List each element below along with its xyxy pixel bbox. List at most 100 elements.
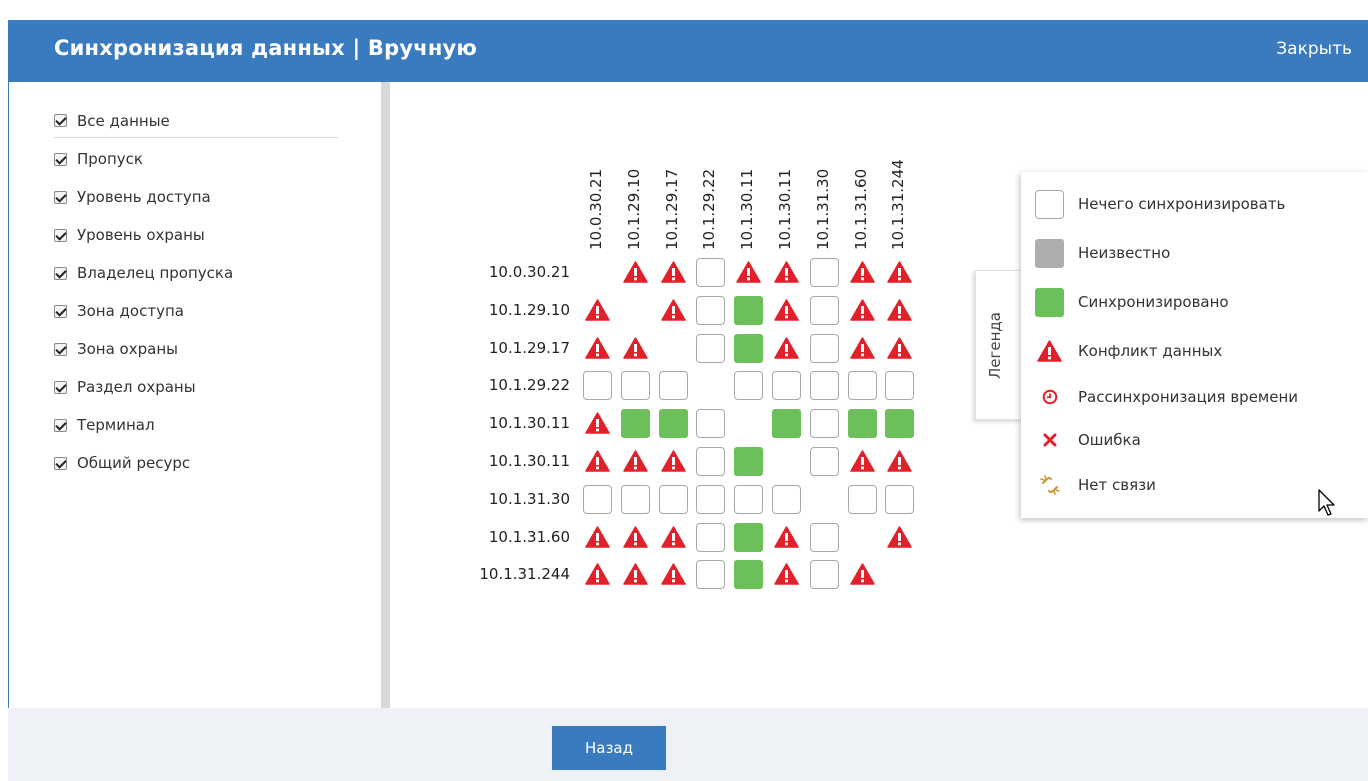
- matrix-cell-synced[interactable]: [734, 447, 764, 476]
- checkbox-icon[interactable]: [54, 342, 67, 356]
- matrix-cell-nothing[interactable]: [620, 484, 650, 514]
- matrix-cell-nothing[interactable]: [847, 371, 877, 401]
- matrix-cell-conflict[interactable]: [772, 560, 801, 589]
- matrix-cell-nothing[interactable]: [772, 371, 801, 401]
- filter-pass-owner[interactable]: Владелец пропуска: [54, 254, 338, 292]
- matrix-cell-nothing[interactable]: [734, 371, 764, 401]
- checkbox-icon[interactable]: [54, 190, 67, 204]
- filter-all-data[interactable]: Все данные: [54, 104, 338, 138]
- matrix-row-header: 10.1.31.60: [488, 527, 570, 546]
- matrix-cell-conflict[interactable]: [885, 258, 914, 287]
- matrix-cell-conflict[interactable]: [885, 334, 914, 363]
- matrix-cell-conflict[interactable]: [583, 296, 612, 325]
- filter-security-section[interactable]: Раздел охраны: [54, 368, 338, 406]
- matrix-cell-conflict[interactable]: [659, 523, 688, 552]
- matrix-cell-nothing[interactable]: [658, 371, 688, 401]
- matrix-cell-synced[interactable]: [885, 409, 915, 439]
- checkbox-icon[interactable]: [54, 418, 67, 432]
- matrix-cell-nothing[interactable]: [734, 484, 764, 514]
- filter-label: Терминал: [77, 416, 155, 434]
- matrix-cell-conflict[interactable]: [583, 447, 612, 476]
- legend-tab[interactable]: Легенда: [975, 270, 1023, 420]
- checkbox-icon[interactable]: [54, 304, 67, 318]
- matrix-cell-nothing[interactable]: [696, 560, 726, 590]
- matrix-cell-conflict[interactable]: [772, 258, 801, 287]
- matrix-cell-nothing[interactable]: [696, 295, 726, 325]
- matrix-cell-synced[interactable]: [734, 295, 764, 325]
- matrix-cell-nothing[interactable]: [772, 484, 801, 514]
- matrix-cell-conflict[interactable]: [734, 258, 763, 287]
- filter-terminal[interactable]: Терминал: [54, 406, 338, 444]
- matrix-cell-nothing[interactable]: [658, 484, 688, 514]
- matrix-cell-nothing[interactable]: [696, 484, 726, 514]
- matrix-cell-conflict[interactable]: [659, 447, 688, 476]
- filter-access-level[interactable]: Уровень доступа: [54, 178, 338, 216]
- matrix-cell-conflict[interactable]: [583, 523, 612, 552]
- matrix-cell-conflict[interactable]: [621, 334, 650, 363]
- filter-pass[interactable]: Пропуск: [54, 140, 338, 178]
- matrix-cell-nothing[interactable]: [847, 484, 877, 514]
- matrix-cell-nothing[interactable]: [809, 522, 839, 552]
- matrix-cell-nothing[interactable]: [809, 333, 839, 363]
- warning-icon: [623, 261, 648, 283]
- matrix-cell-nothing[interactable]: [696, 522, 726, 552]
- matrix-cell-nothing[interactable]: [809, 295, 839, 325]
- matrix-cell-conflict[interactable]: [583, 334, 612, 363]
- matrix-cell-conflict[interactable]: [848, 334, 877, 363]
- matrix-cell-nothing[interactable]: [885, 371, 915, 401]
- matrix-cell-conflict[interactable]: [621, 258, 650, 287]
- matrix-cell-nothing[interactable]: [620, 371, 650, 401]
- filter-security-zone[interactable]: Зона охраны: [54, 330, 338, 368]
- checkbox-icon[interactable]: [54, 114, 67, 127]
- checkbox-icon[interactable]: [54, 266, 67, 280]
- matrix-cell-synced[interactable]: [734, 560, 764, 590]
- matrix-cell-conflict[interactable]: [621, 523, 650, 552]
- matrix-cell-conflict[interactable]: [772, 296, 801, 325]
- checkbox-icon[interactable]: [54, 456, 67, 470]
- matrix-cell-conflict[interactable]: [885, 296, 914, 325]
- matrix-cell-nothing[interactable]: [583, 371, 612, 401]
- matrix-cell-conflict[interactable]: [885, 447, 914, 476]
- matrix-cell-conflict[interactable]: [659, 258, 688, 287]
- close-button[interactable]: Закрыть: [1276, 39, 1352, 59]
- panel-splitter[interactable]: [381, 82, 390, 708]
- filter-access-zone[interactable]: Зона доступа: [54, 292, 338, 330]
- matrix-cell-conflict[interactable]: [583, 409, 612, 438]
- matrix-cell-nothing[interactable]: [809, 447, 839, 476]
- matrix-cell-conflict[interactable]: [659, 296, 688, 325]
- matrix-cell-conflict[interactable]: [848, 296, 877, 325]
- matrix-cell-synced[interactable]: [620, 409, 650, 439]
- matrix-cell-conflict[interactable]: [772, 334, 801, 363]
- legend-item-label: Синхронизировано: [1078, 293, 1229, 311]
- matrix-cell-synced[interactable]: [734, 333, 764, 363]
- matrix-cell-nothing[interactable]: [583, 484, 612, 514]
- matrix-cell-conflict[interactable]: [848, 560, 877, 589]
- checkbox-icon[interactable]: [54, 380, 67, 394]
- matrix-cell-synced[interactable]: [847, 409, 877, 439]
- matrix-cell-nothing[interactable]: [809, 258, 839, 287]
- matrix-cell-nothing[interactable]: [696, 409, 726, 439]
- matrix-cell-conflict[interactable]: [583, 560, 612, 589]
- checkbox-icon[interactable]: [54, 152, 67, 166]
- matrix-cell-nothing[interactable]: [809, 371, 839, 401]
- matrix-cell-synced[interactable]: [734, 522, 764, 552]
- matrix-cell-nothing[interactable]: [809, 409, 839, 439]
- matrix-cell-nothing[interactable]: [885, 484, 915, 514]
- matrix-cell-nothing[interactable]: [809, 560, 839, 590]
- checkbox-icon[interactable]: [54, 228, 67, 242]
- matrix-cell-nothing[interactable]: [696, 333, 726, 363]
- matrix-cell-conflict[interactable]: [621, 447, 650, 476]
- matrix-cell-conflict[interactable]: [848, 258, 877, 287]
- matrix-cell-synced[interactable]: [658, 409, 688, 439]
- matrix-cell-nothing[interactable]: [696, 447, 726, 476]
- matrix-cell-conflict[interactable]: [772, 523, 801, 552]
- matrix-cell-conflict[interactable]: [621, 560, 650, 589]
- filter-security-level[interactable]: Уровень охраны: [54, 216, 338, 254]
- matrix-cell-synced[interactable]: [772, 409, 801, 439]
- filter-shared-resource[interactable]: Общий ресурс: [54, 444, 338, 482]
- back-button[interactable]: Назад: [552, 726, 666, 770]
- matrix-cell-conflict[interactable]: [885, 523, 914, 552]
- matrix-cell-conflict[interactable]: [659, 560, 688, 589]
- matrix-cell-nothing[interactable]: [696, 258, 726, 287]
- matrix-cell-conflict[interactable]: [848, 447, 877, 476]
